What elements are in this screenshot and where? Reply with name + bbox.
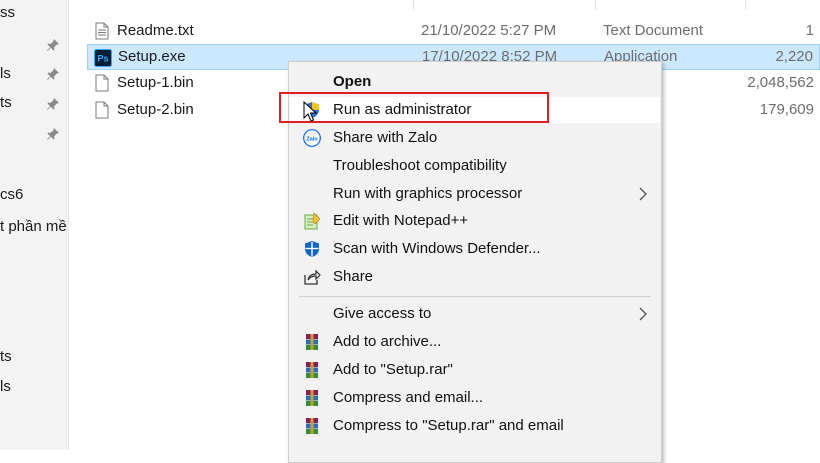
file-size: 179,609 <box>759 101 814 118</box>
menu-item-run-with-graphics-processor[interactable]: Run with graphics processor <box>290 181 660 207</box>
nav-item[interactable]: ls <box>0 377 11 397</box>
pin-icon <box>47 98 59 110</box>
file-row[interactable]: Readme.txt 21/10/2022 5:27 PM Text Docum… <box>87 18 820 44</box>
nav-item-label: ts <box>0 94 12 111</box>
menu-item-give-access-to[interactable]: Give access to <box>290 301 660 327</box>
nav-item[interactable]: ts <box>0 93 12 113</box>
text-file-icon <box>95 22 109 40</box>
menu-item-edit-with-notepad-plus-plus[interactable]: Edit with Notepad++ <box>290 208 660 234</box>
menu-item-add-to-setup-rar[interactable]: Add to "Setup.rar" <box>290 357 660 383</box>
file-date: 21/10/2022 5:27 PM <box>421 22 557 39</box>
navigation-pane: ss ls ts cs6 t phần mề ts ls <box>0 0 69 450</box>
blank-file-icon <box>95 101 109 119</box>
winrar-icon <box>306 334 318 350</box>
winrar-icon <box>306 418 318 434</box>
menu-item-label: Share with Zalo <box>333 129 438 146</box>
nav-item-label: ss <box>0 4 15 21</box>
menu-item-share[interactable]: Share <box>290 264 660 290</box>
menu-item-label: Troubleshoot compatibility <box>333 157 507 174</box>
column-divider <box>413 0 414 10</box>
menu-item-troubleshoot-compatibility[interactable]: Troubleshoot compatibility <box>290 153 660 179</box>
nav-item[interactable]: ts <box>0 347 12 367</box>
mouse-cursor-icon <box>303 101 317 122</box>
menu-item-label: Add to "Setup.rar" <box>333 361 453 378</box>
pin-icon <box>47 128 59 140</box>
file-type: Text Document <box>603 22 704 39</box>
photoshop-icon: Ps <box>94 49 112 67</box>
menu-item-label: Scan with Windows Defender... <box>333 240 541 257</box>
nav-item[interactable]: t phần mề <box>0 217 67 237</box>
zalo-icon: Zalo <box>303 129 321 147</box>
menu-item-label: Edit with Notepad++ <box>333 212 469 229</box>
svg-text:Zalo: Zalo <box>306 137 318 143</box>
nav-item-label: t phần mề <box>0 218 67 235</box>
file-name: Setup-1.bin <box>117 74 194 91</box>
pin-icon <box>47 39 59 51</box>
menu-item-share-with-zalo[interactable]: Zalo Share with Zalo <box>290 125 660 151</box>
menu-item-compress-to-setup-rar-and-email[interactable]: Compress to "Setup.rar" and email <box>290 413 660 439</box>
menu-item-label: Share <box>333 268 374 285</box>
menu-item-label: Give access to <box>333 305 432 322</box>
menu-item-compress-and-email[interactable]: Compress and email... <box>290 385 660 411</box>
chevron-right-icon <box>639 187 647 201</box>
menu-item-scan-with-windows-defender[interactable]: Scan with Windows Defender... <box>290 236 660 262</box>
nav-item-label: ls <box>0 378 11 395</box>
menu-item-label: Add to archive... <box>333 333 442 350</box>
nav-item-label: ts <box>0 348 12 365</box>
file-name: Readme.txt <box>117 22 194 39</box>
nav-item[interactable]: ss <box>0 3 15 23</box>
annotation-highlight-box <box>279 92 549 123</box>
file-size: 2,048,562 <box>747 74 814 91</box>
share-icon <box>304 269 321 285</box>
column-divider <box>595 0 596 10</box>
menu-item-add-to-archive[interactable]: Add to archive... <box>290 329 660 355</box>
menu-item-label: Compress and email... <box>333 389 484 406</box>
svg-text:Ps: Ps <box>97 54 108 64</box>
notepad-plus-plus-icon <box>304 212 321 230</box>
file-size: 1 <box>805 22 814 39</box>
nav-item-label: ls <box>0 65 11 82</box>
blank-file-icon <box>95 74 109 92</box>
file-size: 2,220 <box>775 48 813 65</box>
menu-separator <box>299 296 651 297</box>
winrar-icon <box>306 390 318 406</box>
column-divider <box>745 0 746 10</box>
menu-item-label: Compress to "Setup.rar" and email <box>333 417 564 434</box>
nav-item[interactable]: ls <box>0 64 11 84</box>
windows-defender-icon <box>305 241 319 257</box>
winrar-icon <box>306 362 318 378</box>
menu-item-label: Run with graphics processor <box>333 185 523 202</box>
chevron-right-icon <box>639 307 647 321</box>
file-name: Setup-2.bin <box>117 101 194 118</box>
nav-item-label: cs6 <box>0 186 24 203</box>
pin-icon <box>47 68 59 80</box>
nav-item[interactable]: cs6 <box>0 185 23 205</box>
file-name: Setup.exe <box>118 48 186 65</box>
